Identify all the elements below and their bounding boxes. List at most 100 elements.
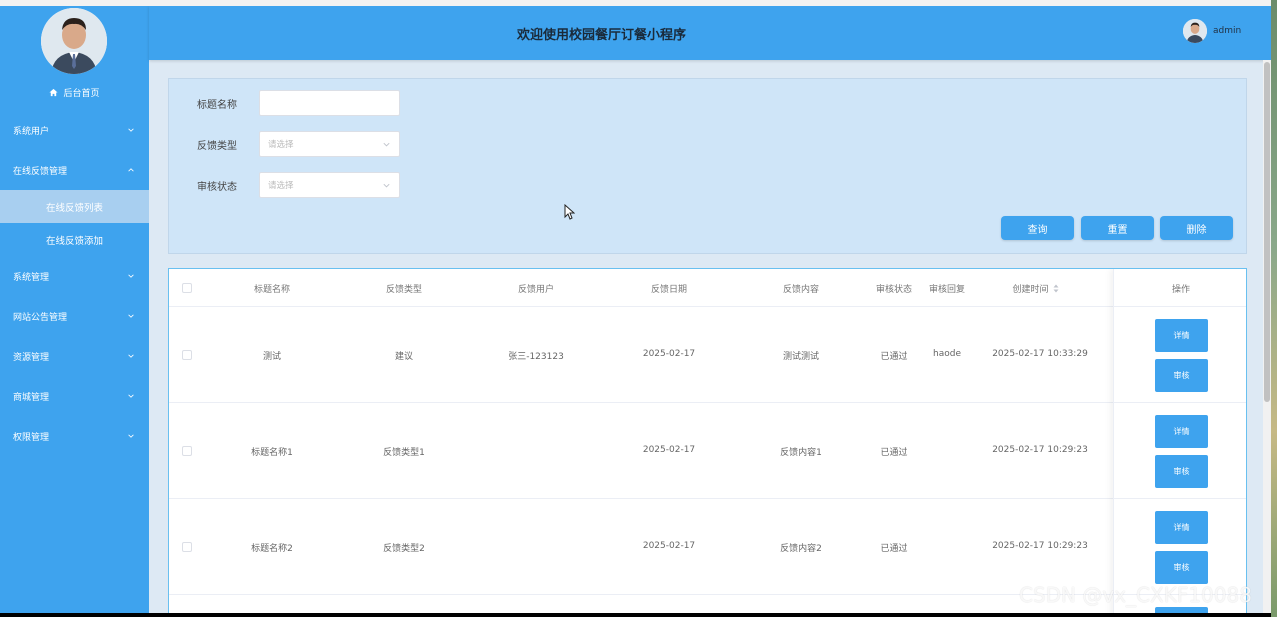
- title-label: 标题名称: [197, 99, 237, 111]
- chevron-up-icon: [128, 168, 134, 172]
- cell-reply: haode: [933, 349, 961, 359]
- chevron-down-icon: [128, 394, 134, 398]
- cell-date: 2025-02-17: [642, 541, 696, 551]
- feedback-type-label: 反馈类型: [197, 140, 237, 152]
- column-header-operations: 操作: [1171, 285, 1191, 295]
- review-button[interactable]: 审核: [1155, 455, 1208, 488]
- reset-button[interactable]: 重置: [1081, 216, 1154, 240]
- detail-button[interactable]: 详情: [1155, 319, 1208, 352]
- operations-column: 操作 详情 审核 详情 审核 详情 审核: [1113, 269, 1246, 613]
- select-all-checkbox[interactable]: [182, 283, 192, 293]
- sidebar-item-label: 资源管理: [13, 352, 50, 363]
- sidebar-item-shop-management[interactable]: 商城管理: [0, 376, 149, 416]
- username: admin: [1213, 26, 1242, 36]
- cell-title: 测试: [262, 352, 282, 362]
- cell-type: 建议: [394, 352, 414, 362]
- cell-content: 测试测试: [782, 352, 820, 362]
- cell-created: 2025-02-17 10:33:29: [992, 349, 1088, 359]
- admin-avatar-large[interactable]: [41, 8, 107, 74]
- type-field-row: 反馈类型 请选择: [197, 131, 400, 157]
- sidebar-subitem-label: 在线反馈添加: [45, 235, 103, 247]
- column-header-user: 反馈用户: [517, 285, 555, 295]
- app-frame: 后台首页 系统用户 在线反馈管理 在线反馈列表 在线反馈添加 系统管理 网站公告…: [0, 6, 1271, 613]
- select-placeholder: 请选择: [268, 181, 294, 191]
- column-header-status: 审核状态: [875, 285, 913, 295]
- home-icon: [49, 88, 59, 96]
- sidebar-item-label: 权限管理: [13, 432, 50, 443]
- desktop-background-strip: [1271, 0, 1277, 617]
- cell-status: 已通过: [880, 544, 908, 554]
- column-header-content: 反馈内容: [782, 285, 820, 295]
- detail-button[interactable]: [1155, 607, 1208, 613]
- sort-icon[interactable]: [1053, 284, 1060, 293]
- sidebar-item-label: 网站公告管理: [13, 312, 68, 323]
- chevron-down-icon: [128, 274, 134, 278]
- column-header-date: 反馈日期: [650, 285, 688, 295]
- sidebar-menu: 系统用户 在线反馈管理 在线反馈列表 在线反馈添加 系统管理 网站公告管理 资源…: [0, 110, 149, 456]
- sidebar-item-announcement-management[interactable]: 网站公告管理: [0, 296, 149, 336]
- row-checkbox[interactable]: [182, 446, 192, 456]
- sidebar-subitem-label: 在线反馈列表: [45, 202, 103, 214]
- cell-title: 标题名称1: [251, 448, 293, 458]
- sidebar-subitem-feedback-list[interactable]: 在线反馈列表: [0, 190, 149, 223]
- top-header: 欢迎使用校园餐厅订餐小程序 admin: [149, 6, 1271, 60]
- sidebar-item-label: 系统管理: [13, 272, 50, 283]
- title-search-input[interactable]: [259, 90, 400, 116]
- sidebar: 后台首页 系统用户 在线反馈管理 在线反馈列表 在线反馈添加 系统管理 网站公告…: [0, 6, 149, 613]
- sidebar-item-label: 在线反馈管理: [13, 166, 68, 177]
- cell-date: 2025-02-17: [642, 445, 696, 455]
- table-row: 测试 建议 张三-123123 2025-02-17 测试测试 已通过 haod…: [169, 307, 1246, 403]
- table-header: 标题名称 反馈类型 反馈用户 反馈日期 反馈内容 审核状态 审核回复 创建时间: [169, 269, 1246, 307]
- column-header-created[interactable]: 创建时间: [1012, 282, 1059, 295]
- chevron-down-icon: [128, 128, 134, 132]
- created-header-label: 创建时间: [1012, 285, 1049, 295]
- chevron-down-icon: [383, 142, 390, 146]
- user-menu[interactable]: admin: [1183, 19, 1241, 43]
- status-field-row: 审核状态 请选择: [197, 172, 400, 198]
- sidebar-item-system-management[interactable]: 系统管理: [0, 256, 149, 296]
- sidebar-item-permission-management[interactable]: 权限管理: [0, 416, 149, 456]
- chevron-down-icon: [128, 314, 134, 318]
- cell-type: 反馈类型2: [383, 544, 425, 554]
- cell-created: 2025-02-17 10:29:23: [992, 541, 1088, 551]
- sidebar-item-system-users[interactable]: 系统用户: [0, 110, 149, 150]
- home-label: 后台首页: [63, 88, 100, 99]
- avatar: [1183, 19, 1207, 43]
- column-header-reply: 审核回复: [928, 285, 966, 295]
- row-checkbox[interactable]: [182, 350, 192, 360]
- cell-title: 标题名称2: [251, 544, 293, 554]
- delete-button[interactable]: 删除: [1160, 216, 1233, 240]
- chevron-down-icon: [128, 354, 134, 358]
- sidebar-item-label: 商城管理: [13, 392, 50, 403]
- sidebar-item-feedback-management[interactable]: 在线反馈管理: [0, 150, 149, 190]
- row-checkbox[interactable]: [182, 542, 192, 552]
- sidebar-item-resource-management[interactable]: 资源管理: [0, 336, 149, 376]
- search-panel: 标题名称 反馈类型 请选择 审核状态 请选择 查询 重置 删除: [168, 78, 1247, 254]
- chevron-down-icon: [383, 183, 390, 187]
- review-button[interactable]: 审核: [1155, 551, 1208, 584]
- column-header-title: 标题名称: [253, 285, 291, 295]
- column-header-type: 反馈类型: [385, 285, 423, 295]
- cell-content: 反馈内容2: [780, 544, 822, 554]
- review-status-label: 审核状态: [197, 181, 237, 193]
- title-field-row: 标题名称: [197, 90, 400, 116]
- cell-type: 反馈类型1: [383, 448, 425, 458]
- cursor-icon: [564, 204, 575, 220]
- feedback-table: 标题名称 反馈类型 反馈用户 反馈日期 反馈内容 审核状态 审核回复 创建时间 …: [168, 268, 1247, 613]
- scrollbar-thumb[interactable]: [1264, 62, 1270, 402]
- feedback-type-select[interactable]: 请选择: [259, 131, 400, 157]
- cell-created: 2025-02-17 10:29:23: [992, 445, 1088, 455]
- detail-button[interactable]: 详情: [1155, 415, 1208, 448]
- cell-date: 2025-02-17: [642, 349, 696, 359]
- review-status-select[interactable]: 请选择: [259, 172, 400, 198]
- review-button[interactable]: 审核: [1155, 359, 1208, 392]
- cell-status: 已通过: [880, 448, 908, 458]
- query-button[interactable]: 查询: [1001, 216, 1074, 240]
- cell-content: 反馈内容1: [780, 448, 822, 458]
- sidebar-subitem-feedback-add[interactable]: 在线反馈添加: [0, 223, 149, 256]
- sidebar-home-link[interactable]: 后台首页: [0, 84, 149, 100]
- table-row: 标题名称1 反馈类型1 2025-02-17 反馈内容1 已通过 2025-02…: [169, 403, 1246, 499]
- watermark: CSDN @vx_CXKF10088: [1019, 583, 1252, 607]
- detail-button[interactable]: 详情: [1155, 511, 1208, 544]
- page-scrollbar[interactable]: [1263, 60, 1271, 613]
